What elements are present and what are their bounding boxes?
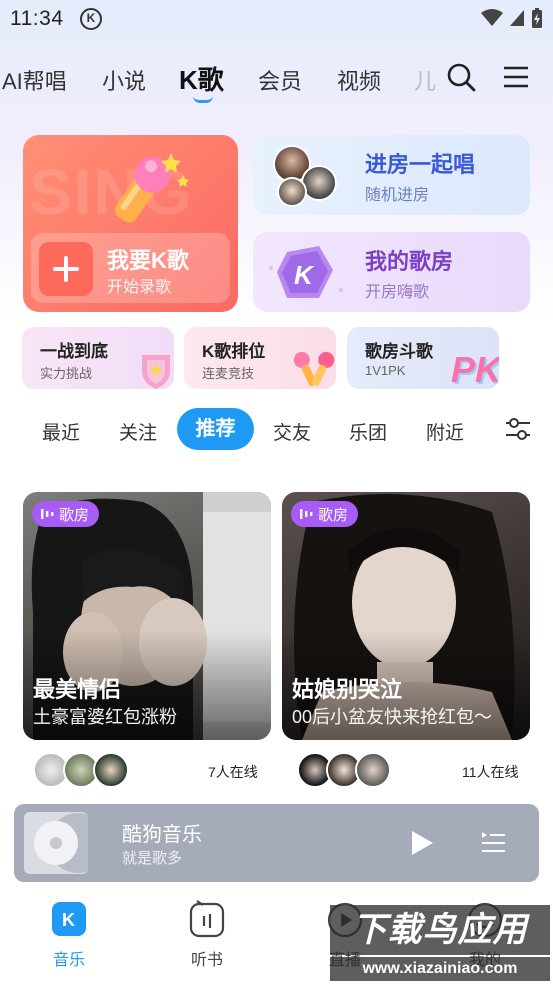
join-room-title: 进房一起唱 bbox=[365, 152, 476, 177]
room-badge: 歌房 bbox=[32, 501, 100, 527]
room-badge-label: 歌房 bbox=[59, 506, 90, 524]
tab-member[interactable]: 会员 bbox=[258, 64, 302, 96]
mini-player[interactable]: 酷狗音乐 就是歌多 bbox=[14, 804, 539, 882]
room-desc: 00后小盆友快来抢红包～ bbox=[292, 707, 493, 727]
album-art bbox=[24, 812, 88, 874]
room-title: 姑娘别哭泣 bbox=[292, 677, 403, 702]
active-tab-indicator bbox=[193, 96, 213, 103]
playlist-icon[interactable] bbox=[480, 830, 506, 854]
filter-band[interactable]: 乐团 bbox=[349, 418, 387, 445]
nav-audiobook-label: 听书 bbox=[190, 952, 223, 969]
battle-title: 一战到底 bbox=[40, 342, 108, 361]
tab-kids[interactable]: 儿 bbox=[414, 64, 436, 96]
sing-card[interactable]: SING 我要K歌 开始录歌 bbox=[23, 135, 238, 312]
sing-desc: 开始录歌 bbox=[107, 279, 172, 296]
filter-friends[interactable]: 交友 bbox=[273, 418, 311, 445]
status-bar: 11:34 K bbox=[0, 0, 553, 40]
my-room-desc: 开房嗨歌 bbox=[365, 284, 430, 301]
k-room-letter: K bbox=[294, 260, 315, 290]
player-subtitle: 就是歌多 bbox=[122, 850, 183, 867]
rank-desc: 连麦竞技 bbox=[202, 366, 255, 381]
search-icon[interactable] bbox=[446, 62, 476, 92]
filter-following[interactable]: 关注 bbox=[119, 418, 157, 445]
menu-icon[interactable] bbox=[503, 65, 529, 89]
shield-icon bbox=[142, 355, 170, 389]
watermark: 下载鸟应用 www.xiazainiao.com bbox=[330, 905, 550, 981]
k-icon: K bbox=[52, 902, 86, 936]
pk-desc: 1V1PK bbox=[365, 363, 406, 378]
avatar bbox=[355, 752, 391, 788]
player-title: 酷狗音乐 bbox=[122, 824, 202, 846]
plus-icon bbox=[39, 242, 93, 296]
room-title: 最美情侣 bbox=[33, 677, 122, 702]
room-badge: 歌房 bbox=[291, 501, 359, 527]
kugou-status-icon: K bbox=[80, 8, 102, 30]
rank-card[interactable]: K歌排位 连麦竞技 bbox=[184, 327, 336, 389]
battery-icon bbox=[532, 8, 542, 28]
tab-novel[interactable]: 小说 bbox=[102, 64, 146, 96]
tab-ai-sing[interactable]: AI帮唱 bbox=[2, 64, 67, 96]
room-desc: 土豪富婆红包涨粉 bbox=[33, 707, 177, 727]
play-icon[interactable] bbox=[410, 830, 434, 856]
room-tile[interactable]: 歌房 姑娘别哭泣 00后小盆友快来抢红包～ bbox=[282, 492, 530, 740]
tab-ksong[interactable]: K歌 bbox=[179, 60, 224, 97]
filter-bar: 最近 关注 推荐 交友 乐团 附近 bbox=[0, 408, 553, 452]
filter-nearby[interactable]: 附近 bbox=[426, 418, 464, 445]
nav-audiobook[interactable]: 听书 bbox=[177, 898, 237, 969]
signal-icon bbox=[510, 10, 524, 26]
battle-card[interactable]: 一战到底 实力挑战 bbox=[22, 327, 174, 389]
filter-settings-icon[interactable] bbox=[505, 417, 531, 441]
pk-card[interactable]: 歌房斗歌 1V1PK PK bbox=[347, 327, 499, 389]
online-count: 7人在线 bbox=[208, 764, 258, 780]
status-time: 11:34 bbox=[10, 7, 64, 30]
nav-music-label: 音乐 bbox=[52, 952, 85, 969]
top-nav: AI帮唱 小说 K歌 会员 视频 儿 bbox=[0, 58, 553, 103]
wifi-icon bbox=[481, 9, 503, 26]
k-room-icon: K bbox=[269, 246, 343, 298]
status-icons bbox=[481, 8, 543, 28]
pk-title: 歌房斗歌 bbox=[365, 342, 433, 361]
battle-desc: 实力挑战 bbox=[40, 366, 93, 381]
pk-icon: PK bbox=[451, 349, 499, 389]
join-room-desc: 随机进房 bbox=[365, 187, 430, 204]
my-room-card[interactable]: K 我的歌房 开房嗨歌 bbox=[253, 232, 530, 312]
room-tile[interactable]: 歌房 最美情侣 土豪富婆红包涨粉 bbox=[23, 492, 271, 740]
sing-title: 我要K歌 bbox=[107, 248, 189, 273]
avatar bbox=[93, 752, 129, 788]
filter-recent[interactable]: 最近 bbox=[42, 418, 80, 445]
nav-music[interactable]: K 音乐 bbox=[39, 898, 99, 969]
record-button[interactable]: 我要K歌 开始录歌 bbox=[31, 233, 230, 303]
online-count: 11人在线 bbox=[462, 764, 519, 780]
tab-video[interactable]: 视频 bbox=[337, 64, 381, 96]
my-room-title: 我的歌房 bbox=[365, 249, 454, 274]
mic-pair-icon bbox=[293, 351, 335, 387]
radio-icon bbox=[189, 900, 225, 938]
filter-recommend[interactable]: 推荐 bbox=[177, 408, 254, 450]
sound-wave-icon bbox=[41, 509, 54, 519]
microphone-icon bbox=[114, 153, 189, 223]
sound-wave-icon bbox=[300, 509, 313, 519]
rank-title: K歌排位 bbox=[202, 342, 266, 361]
watermark-url: www.xiazainiao.com bbox=[330, 957, 550, 981]
watermark-logo: 下载鸟应用 bbox=[330, 905, 550, 955]
svg-text:K: K bbox=[62, 910, 75, 930]
join-room-card[interactable]: 进房一起唱 随机进房 bbox=[253, 135, 530, 215]
room-badge-label: 歌房 bbox=[318, 506, 349, 524]
avatar bbox=[277, 177, 307, 207]
